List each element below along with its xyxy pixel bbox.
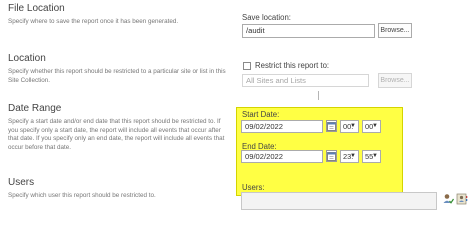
restrict-location-input[interactable]: All Sites and Lists [242,74,369,87]
users-description: Specify which user this report should be… [8,192,156,199]
address-book-icon[interactable] [456,193,468,205]
save-location-input[interactable]: /audit [242,24,375,38]
end-minute-select[interactable]: 55 ▼ [362,150,381,163]
chevron-down-icon: ▼ [372,153,378,159]
start-hour-select[interactable]: 00: ▼ [340,120,359,133]
users-title: Users [8,177,35,188]
location-description: Specify whether this report should be re… [8,68,226,84]
restrict-location-browse-button[interactable]: Browse... [378,73,412,88]
chevron-down-icon: ▼ [350,123,356,129]
calendar-icon[interactable] [326,150,337,162]
start-date-input[interactable]: 09/02/2022 [241,120,323,133]
save-location-label: Save location: [242,13,291,22]
end-date-input[interactable]: 09/02/2022 [241,150,323,163]
save-location-browse-button[interactable]: Browse... [378,23,412,38]
calendar-icon[interactable] [326,120,337,132]
date-range-title: Date Range [8,103,62,114]
start-minute-select[interactable]: 00 ▼ [362,120,381,133]
start-date-label: Start Date: [242,110,280,119]
check-names-icon[interactable] [443,193,454,205]
chevron-down-icon: ▼ [350,153,356,159]
users-label: Users: [242,183,265,192]
users-input[interactable] [241,192,437,210]
end-hour-select[interactable]: 23: ▼ [340,150,359,163]
resize-divider [318,91,319,100]
restrict-report-checkbox[interactable] [243,62,251,70]
chevron-down-icon: ▼ [372,123,378,129]
location-title: Location [8,53,46,64]
restrict-report-label: Restrict this report to: [255,61,330,70]
file-location-description: Specify where to save the report once it… [8,18,179,25]
file-location-title: File Location [8,3,65,14]
date-range-description: Specify a start date and/or end date tha… [8,118,225,151]
